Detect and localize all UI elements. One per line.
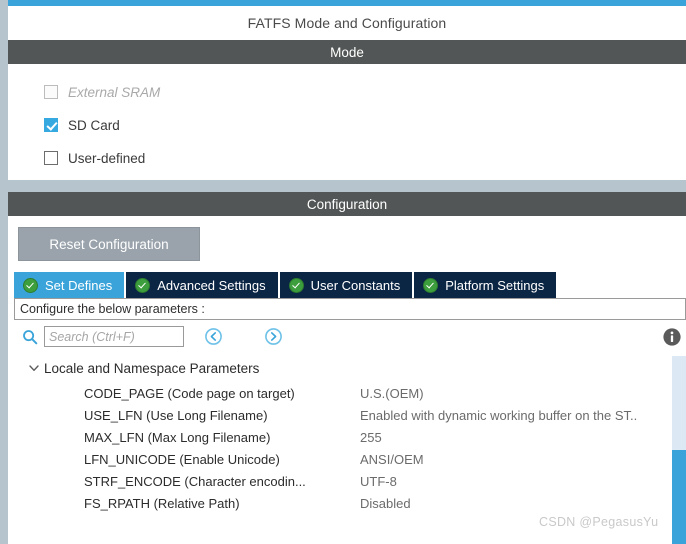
window-left-rail	[0, 0, 8, 544]
parameter-tree: Locale and Namespace Parameters CODE_PAG…	[14, 356, 686, 544]
search-next-button[interactable]	[264, 327, 283, 346]
parameter-value[interactable]: Disabled	[360, 496, 670, 511]
info-icon[interactable]	[662, 327, 682, 347]
parameter-name: CODE_PAGE (Code page on target)	[84, 385, 295, 401]
tab-set-defines[interactable]: Set Defines	[14, 272, 125, 298]
search-icon	[22, 329, 38, 345]
parameter-value[interactable]: UTF-8	[360, 474, 670, 489]
tab-advanced-settings[interactable]: Advanced Settings	[126, 272, 278, 298]
checkbox-user-defined[interactable]	[44, 151, 58, 165]
table-row[interactable]: MAX_LFN (Max Long Filename) 255	[14, 426, 672, 448]
tree-group-locale-and-namespace[interactable]: Locale and Namespace Parameters	[14, 358, 259, 378]
table-row[interactable]: STRF_ENCODE (Character encodin... UTF-8	[14, 470, 672, 492]
parameter-name: FS_RPATH (Relative Path)	[84, 495, 240, 511]
configuration-section-header: Configuration	[8, 192, 686, 216]
tab-user-constants[interactable]: User Constants	[279, 272, 413, 298]
tree-group-label: Locale and Namespace Parameters	[44, 360, 260, 376]
mode-option-external-sram[interactable]: External SRAM	[44, 83, 160, 101]
configure-parameters-hint-label: Configure the below parameters :	[20, 302, 205, 316]
mode-option-label-sd-card: SD Card	[68, 117, 120, 133]
section-separator	[8, 180, 686, 192]
window-title-bar: FATFS Mode and Configuration	[8, 6, 686, 40]
chevron-down-icon[interactable]	[26, 360, 42, 376]
search-input[interactable]	[44, 326, 184, 347]
check-circle-icon	[23, 277, 38, 293]
search-previous-button[interactable]	[204, 327, 223, 346]
parameter-name: USE_LFN (Use Long Filename)	[84, 407, 268, 423]
configure-parameters-hint: Configure the below parameters :	[14, 298, 686, 320]
search-toolbar	[14, 322, 686, 352]
table-row[interactable]: CODE_PAGE (Code page on target) U.S.(OEM…	[14, 382, 672, 404]
parameter-value[interactable]: Enabled with dynamic working buffer on t…	[360, 408, 670, 423]
mode-option-label-user-defined: User-defined	[68, 150, 146, 166]
parameter-name: LFN_UNICODE (Enable Unicode)	[84, 451, 280, 467]
parameter-value[interactable]: U.S.(OEM)	[360, 386, 670, 401]
mode-section-body: External SRAM SD Card User-defined	[8, 64, 686, 180]
tab-label-user-constants: User Constants	[310, 277, 401, 293]
reset-configuration-button-label: Reset Configuration	[49, 236, 169, 252]
parameter-tree-scrollbar-thumb[interactable]	[672, 450, 686, 544]
tab-label-set-defines: Set Defines	[45, 277, 113, 293]
mode-section-header-label: Mode	[330, 44, 364, 60]
table-row[interactable]: LFN_UNICODE (Enable Unicode) ANSI/OEM	[14, 448, 672, 470]
tab-platform-settings[interactable]: Platform Settings	[414, 272, 557, 298]
mode-section-header: Mode	[8, 40, 686, 64]
tab-label-advanced-settings: Advanced Settings	[157, 277, 266, 293]
check-circle-icon	[288, 277, 304, 293]
parameter-name: STRF_ENCODE (Character encodin...	[84, 473, 306, 489]
mode-option-label-external-sram: External SRAM	[68, 84, 161, 100]
check-circle-icon	[135, 277, 151, 293]
mode-option-user-defined[interactable]: User-defined	[44, 149, 145, 167]
configuration-tabs: Set Defines Advanced Settings User Const…	[14, 272, 686, 298]
page-title: FATFS Mode and Configuration	[247, 15, 447, 31]
mode-option-sd-card[interactable]: SD Card	[44, 116, 120, 134]
tab-label-platform-settings: Platform Settings	[445, 277, 545, 293]
configuration-section-header-label: Configuration	[306, 196, 388, 212]
checkbox-sd-card[interactable]	[44, 118, 58, 132]
parameter-name: MAX_LFN (Max Long Filename)	[84, 429, 271, 445]
parameter-value[interactable]: ANSI/OEM	[360, 452, 670, 467]
table-row[interactable]: USE_LFN (Use Long Filename) Enabled with…	[14, 404, 672, 426]
reset-configuration-button[interactable]: Reset Configuration	[18, 227, 200, 261]
checkbox-external-sram	[44, 85, 58, 99]
check-circle-icon	[423, 277, 439, 293]
configuration-section-body: Reset Configuration Set Defines Advanced…	[8, 216, 686, 544]
fatfs-configuration-window: FATFS Mode and Configuration Mode Extern…	[0, 0, 686, 544]
parameter-value[interactable]: 255	[360, 430, 670, 445]
table-row[interactable]: FS_RPATH (Relative Path) Disabled	[14, 492, 672, 514]
